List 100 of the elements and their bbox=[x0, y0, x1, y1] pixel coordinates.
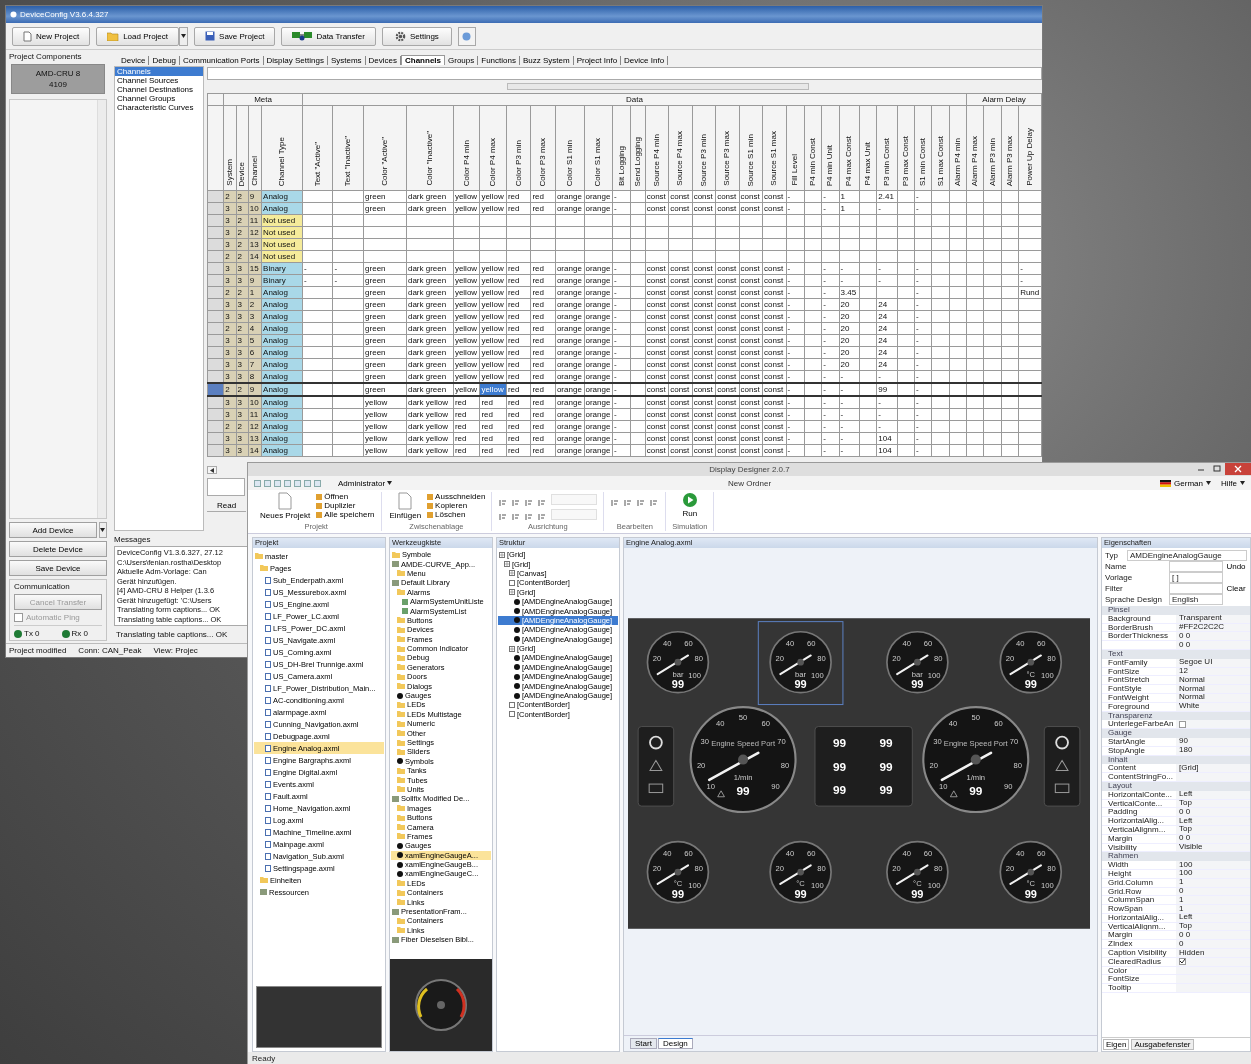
gauge-dial[interactable] bbox=[769, 630, 832, 694]
run-button[interactable]: Run bbox=[679, 492, 700, 518]
property-category[interactable]: Gauge bbox=[1102, 729, 1250, 738]
device-button[interactable]: Delete Device bbox=[9, 541, 107, 557]
property-value[interactable]: 1 bbox=[1176, 896, 1250, 905]
property-value[interactable]: [Grid] bbox=[1176, 764, 1250, 773]
property-value[interactable]: 0 bbox=[1176, 940, 1250, 949]
property-value[interactable] bbox=[1176, 720, 1250, 729]
ribbon-button[interactable]: Alle speichern bbox=[316, 510, 375, 519]
row-header[interactable] bbox=[207, 383, 224, 396]
scroll-left-button[interactable] bbox=[207, 466, 217, 474]
property-category[interactable]: Text bbox=[1102, 650, 1250, 659]
dropdown-button[interactable] bbox=[179, 26, 189, 46]
add-device-button[interactable]: Add Device bbox=[9, 522, 97, 538]
property-value[interactable]: Top bbox=[1176, 922, 1250, 931]
filter-field[interactable] bbox=[207, 67, 1042, 80]
property-value[interactable]: 100 bbox=[1176, 861, 1250, 869]
property-checkbox[interactable] bbox=[1179, 958, 1186, 966]
gauge-dial[interactable] bbox=[646, 630, 710, 694]
list-item[interactable]: Channel Groups bbox=[115, 94, 178, 103]
input-field[interactable] bbox=[1169, 561, 1223, 572]
toolbar-button[interactable]: New Project bbox=[12, 26, 91, 46]
device-item[interactable]: AMD-CRU 8 4109 bbox=[11, 64, 105, 94]
property-value[interactable]: White bbox=[1176, 702, 1250, 711]
user-dropdown[interactable]: Administrator bbox=[332, 477, 399, 489]
gauge-dial[interactable] bbox=[999, 840, 1063, 904]
ribbon-button[interactable]: Löschen bbox=[427, 510, 486, 519]
tab[interactable]: Project Info bbox=[573, 55, 622, 65]
property-value[interactable]: Normal bbox=[1176, 676, 1250, 685]
toolbar-button[interactable]: Settings bbox=[381, 26, 452, 46]
list-item[interactable]: Channel Sources bbox=[115, 76, 181, 85]
list-item[interactable]: Channels bbox=[115, 67, 203, 76]
ribbon-button[interactable]: Öffnen bbox=[316, 492, 375, 501]
view-tab[interactable]: Design bbox=[657, 1038, 693, 1049]
property-value[interactable]: 0 bbox=[1176, 887, 1250, 896]
property-value[interactable]: Normal bbox=[1176, 685, 1250, 693]
tab[interactable]: Debug bbox=[149, 55, 181, 65]
scrollbar[interactable] bbox=[507, 83, 809, 90]
field-button[interactable]: Clear bbox=[1225, 584, 1247, 593]
property-value[interactable]: 12 bbox=[1176, 667, 1250, 676]
property-value[interactable]: Segoe UI bbox=[1176, 658, 1250, 667]
ribbon-button[interactable]: Kopieren bbox=[427, 501, 486, 510]
input-field[interactable] bbox=[1169, 583, 1223, 594]
property-value[interactable]: Transparent bbox=[1176, 614, 1250, 623]
close-icon[interactable] bbox=[1225, 463, 1251, 475]
tab[interactable]: Functions bbox=[478, 55, 520, 65]
property-value[interactable]: 0 0 bbox=[1176, 641, 1250, 649]
read-button[interactable]: Read bbox=[207, 500, 247, 512]
property-value[interactable]: 0 0 bbox=[1176, 931, 1250, 940]
ribbon-button[interactable]: Neues Projekt bbox=[258, 492, 313, 520]
property-checkbox[interactable] bbox=[1179, 720, 1186, 728]
property-value[interactable]: 100 bbox=[1176, 869, 1250, 878]
tab[interactable]: Communication Ports bbox=[180, 55, 264, 65]
input-field[interactable]: English bbox=[1169, 594, 1223, 605]
field-button[interactable]: Undo bbox=[1225, 562, 1247, 571]
gauge-dial[interactable] bbox=[769, 840, 832, 904]
property-value[interactable]: Top bbox=[1176, 799, 1250, 808]
language-dropdown[interactable]: German bbox=[1160, 478, 1211, 488]
property-value[interactable]: 90 bbox=[1176, 737, 1250, 746]
property-category[interactable]: Pinsel bbox=[1102, 606, 1250, 615]
property-value[interactable]: Visible bbox=[1176, 843, 1250, 852]
gauge-dial[interactable] bbox=[999, 630, 1063, 694]
dropdown-button[interactable] bbox=[98, 522, 107, 538]
gauge-dial[interactable] bbox=[646, 840, 710, 904]
property-category[interactable]: Rahmen bbox=[1102, 852, 1250, 862]
ribbon-button[interactable]: Einfügen bbox=[387, 492, 424, 520]
tab[interactable]: Systems bbox=[327, 55, 366, 65]
property-value[interactable]: Left bbox=[1176, 790, 1250, 799]
list-item[interactable]: Channel Destinations bbox=[115, 85, 196, 94]
ribbon-button[interactable]: Duplizier bbox=[316, 501, 375, 510]
tab[interactable]: Buzz System bbox=[519, 55, 574, 65]
toolbar-button[interactable]: Load Project bbox=[96, 26, 180, 46]
device-button[interactable]: Save Device bbox=[9, 560, 107, 576]
property-category[interactable]: Layout bbox=[1102, 781, 1250, 791]
input-field[interactable] bbox=[207, 478, 245, 496]
property-value[interactable]: Left bbox=[1176, 913, 1250, 922]
panel-tab[interactable]: Eigen bbox=[1103, 1039, 1130, 1050]
property-category[interactable]: Inhalt bbox=[1102, 755, 1250, 765]
property-value[interactable]: 0 0 bbox=[1176, 834, 1250, 843]
property-value[interactable]: Hidden bbox=[1176, 949, 1250, 957]
help-button[interactable] bbox=[457, 26, 476, 46]
selection-frame[interactable] bbox=[757, 621, 844, 706]
property-value[interactable]: Left bbox=[1176, 817, 1250, 825]
toolbar-button[interactable]: Save Project bbox=[194, 26, 276, 46]
gauge-dial[interactable] bbox=[886, 630, 949, 694]
tab[interactable]: Groups bbox=[445, 55, 479, 65]
toolbar-button[interactable]: Data Transfer bbox=[281, 26, 376, 46]
gauge-dial[interactable] bbox=[886, 840, 949, 904]
panel-tab[interactable]: Ausgabefenster bbox=[1131, 1039, 1194, 1050]
list-item[interactable]: Characteristic Curves bbox=[115, 103, 196, 112]
tab[interactable]: Channels bbox=[401, 55, 445, 65]
property-value[interactable]: 180 bbox=[1176, 746, 1250, 755]
property-value[interactable]: Normal bbox=[1176, 693, 1250, 702]
property-value[interactable]: 1 bbox=[1176, 905, 1250, 913]
tab[interactable]: Device Info bbox=[621, 55, 669, 65]
ribbon-button[interactable]: Ausschneiden bbox=[427, 492, 486, 501]
property-value[interactable]: 0 0 bbox=[1176, 632, 1250, 641]
property-value[interactable]: 1 bbox=[1176, 878, 1250, 887]
view-tab[interactable]: Start bbox=[630, 1038, 657, 1049]
tab[interactable]: Display Settings bbox=[263, 55, 328, 65]
